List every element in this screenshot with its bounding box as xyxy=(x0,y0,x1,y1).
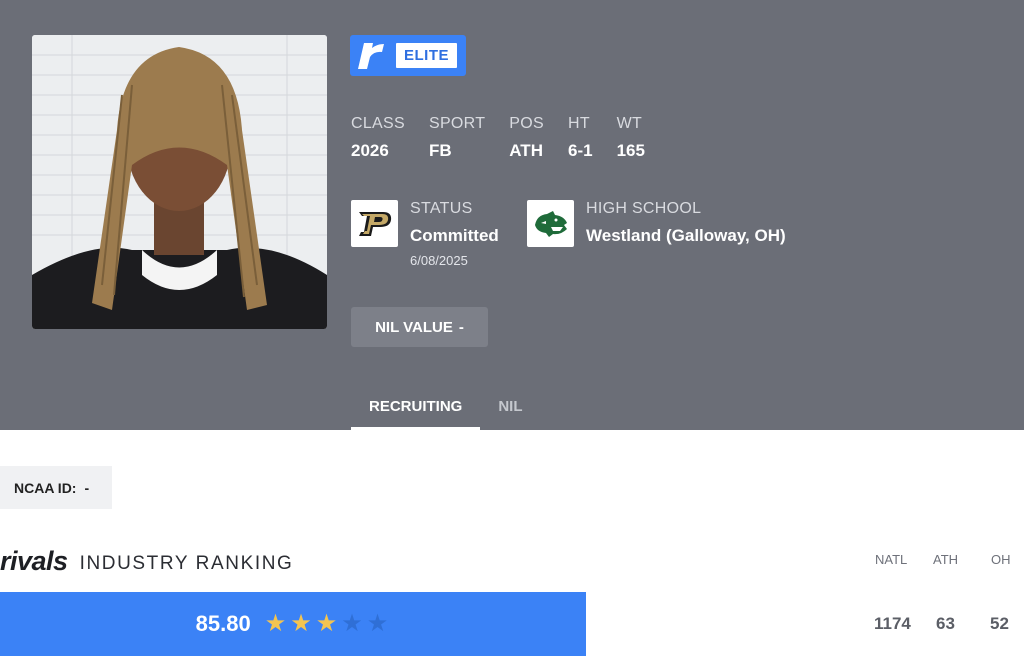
stat-key: SPORT xyxy=(428,115,486,132)
rivals-logo: rivals xyxy=(0,546,68,576)
stat-key: HT xyxy=(568,115,590,132)
commit-status: STATUS Committed 6/08/2025 xyxy=(351,200,499,268)
status-info: STATUS Committed 6/08/2025 xyxy=(410,200,499,268)
stat-value: 6-1 xyxy=(568,141,593,160)
high-school-label: HIGH SCHOOL xyxy=(586,200,702,217)
stat-wt: WT 165 xyxy=(617,115,645,161)
rivals-r-logo-icon xyxy=(350,35,394,76)
stat-key: POS xyxy=(509,115,544,132)
status-label: STATUS xyxy=(410,200,473,217)
rating-bar: 85.80 ★ ★ ★ ★ ★ xyxy=(0,592,586,656)
stat-class: CLASS 2026 xyxy=(351,115,405,161)
rank-col-natl: NATL xyxy=(875,552,908,567)
ncaa-id-label: NCAA ID: xyxy=(14,479,77,496)
purdue-logo-icon[interactable] xyxy=(351,200,398,247)
stat-sport: SPORT FB xyxy=(429,115,485,161)
panther-logo-icon[interactable] xyxy=(527,200,574,247)
status-value: Committed xyxy=(410,226,499,245)
star-filled-icon: ★ xyxy=(315,610,338,637)
star-filled-icon: ★ xyxy=(264,610,287,637)
rank-col-ath: ATH xyxy=(933,552,959,567)
high-school-value[interactable]: Westland (Galloway, OH) xyxy=(586,226,786,246)
rank-oh-value: 52 xyxy=(990,614,1009,633)
stat-key: CLASS xyxy=(351,115,405,132)
profile-tabs: RECRUITING NIL xyxy=(351,390,541,430)
ncaa-id-value: - xyxy=(84,479,90,496)
ranking-header: rivals INDUSTRY RANKING xyxy=(0,546,293,577)
star-empty-icon: ★ xyxy=(341,610,363,637)
player-stats: CLASS 2026 SPORT FB POS ATH HT 6-1 WT 16… xyxy=(351,115,669,161)
rating-score: 85.80 xyxy=(195,611,251,636)
stat-key: WT xyxy=(616,115,643,132)
high-school-info: HIGH SCHOOL Westland (Galloway, OH) xyxy=(586,200,786,247)
status-date: 6/08/2025 xyxy=(410,253,468,268)
nil-value-amount: - xyxy=(458,318,464,336)
elite-badge: ELITE xyxy=(350,35,466,76)
nil-value-label: NIL VALUE xyxy=(375,318,453,336)
stat-value: ATH xyxy=(509,141,543,160)
tab-recruiting[interactable]: RECRUITING xyxy=(351,390,481,430)
nil-value-button[interactable]: NIL VALUE - xyxy=(351,307,488,347)
ncaa-id: NCAA ID: - xyxy=(0,466,112,509)
elite-label: ELITE xyxy=(396,43,458,68)
player-photo xyxy=(32,35,327,329)
rank-natl-value: 1174 xyxy=(874,614,911,633)
high-school: HIGH SCHOOL Westland (Galloway, OH) xyxy=(527,200,786,247)
stat-value: FB xyxy=(428,141,452,160)
rank-col-oh: OH xyxy=(991,552,1011,567)
star-empty-icon: ★ xyxy=(366,610,389,637)
stat-pos: POS ATH xyxy=(509,115,544,161)
tab-nil[interactable]: NIL xyxy=(480,390,540,430)
stat-ht: HT 6-1 xyxy=(568,115,593,161)
stat-value: 2026 xyxy=(351,141,389,160)
star-filled-icon: ★ xyxy=(290,610,312,637)
ranking-title: INDUSTRY RANKING xyxy=(79,552,294,574)
star-rating: ★ ★ ★ ★ ★ xyxy=(263,612,391,636)
rank-ath-value: 63 xyxy=(936,614,955,633)
profile-header: ELITE CLASS 2026 SPORT FB POS ATH HT 6-1… xyxy=(0,0,1024,430)
stat-value: 165 xyxy=(616,141,645,160)
